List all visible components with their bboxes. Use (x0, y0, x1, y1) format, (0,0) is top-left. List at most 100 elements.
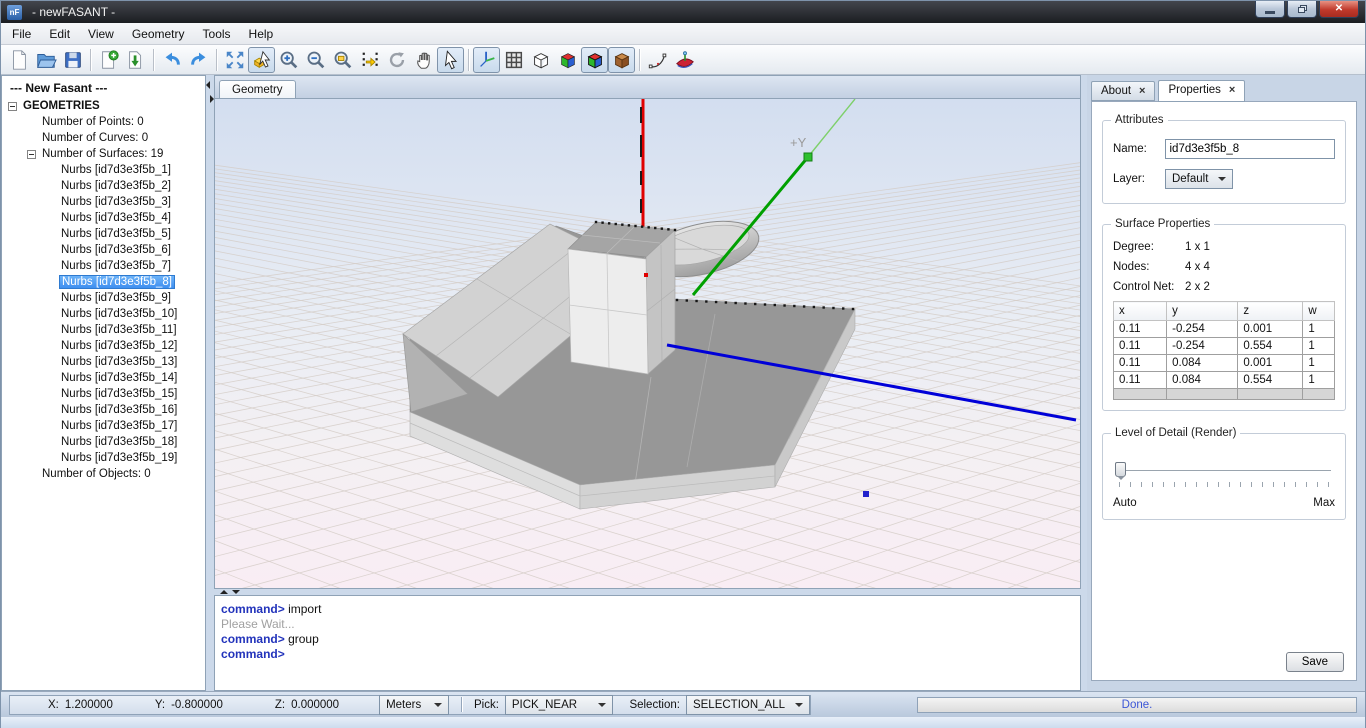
tree-item-label[interactable]: Nurbs [id7d3e3f5b_14] (59, 372, 179, 384)
new-geometry-button[interactable] (95, 47, 122, 73)
tab-about[interactable]: About × (1091, 81, 1156, 101)
table-cell[interactable]: 1 (1303, 372, 1335, 389)
table-cell[interactable]: 0.554 (1238, 338, 1303, 355)
table-row[interactable]: 0.11-0.2540.0011 (1113, 321, 1334, 338)
tree-item-label[interactable]: Nurbs [id7d3e3f5b_11] (59, 324, 179, 336)
textured-mode-button[interactable] (608, 47, 635, 73)
save-file-button[interactable] (59, 47, 86, 73)
menu-help[interactable]: Help (240, 24, 283, 44)
units-select[interactable]: Meters (379, 695, 449, 715)
tree-item-label[interactable]: Nurbs [id7d3e3f5b_12] (59, 340, 179, 352)
table-header-z[interactable]: z (1238, 302, 1303, 321)
zoom-out-button[interactable] (302, 47, 329, 73)
tree-item-label[interactable]: Nurbs [id7d3e3f5b_15] (59, 388, 179, 400)
console-splitter[interactable] (214, 589, 1081, 595)
pan-view-button[interactable] (410, 47, 437, 73)
selection-select[interactable]: SELECTION_ALL (686, 695, 810, 715)
grid-view-button[interactable] (500, 47, 527, 73)
table-cell[interactable]: -0.254 (1167, 321, 1238, 338)
tree-item[interactable]: GEOMETRIES (2, 98, 205, 114)
tree-item[interactable]: Nurbs [id7d3e3f5b_11] (2, 322, 205, 338)
table-cell[interactable]: 1 (1303, 321, 1335, 338)
fit-view-button[interactable] (221, 47, 248, 73)
box-surface[interactable] (568, 222, 675, 374)
tree-item-label[interactable]: Nurbs [id7d3e3f5b_2] (59, 180, 173, 192)
tree-item-label[interactable]: Nurbs [id7d3e3f5b_7] (59, 260, 173, 272)
tree-item[interactable]: Nurbs [id7d3e3f5b_9] (2, 290, 205, 306)
tree-item-label-selected[interactable]: Nurbs [id7d3e3f5b_8] (59, 275, 175, 289)
tree-item[interactable]: Nurbs [id7d3e3f5b_1] (2, 162, 205, 178)
tree-item[interactable]: Nurbs [id7d3e3f5b_6] (2, 242, 205, 258)
tree-item[interactable]: Number of Curves: 0 (2, 130, 205, 146)
tree-item[interactable]: Nurbs [id7d3e3f5b_8] (2, 274, 205, 290)
table-header-x[interactable]: x (1113, 302, 1166, 321)
tree-item[interactable]: Nurbs [id7d3e3f5b_4] (2, 210, 205, 226)
table-row[interactable]: 0.110.0840.5541 (1113, 372, 1334, 389)
tree-item[interactable]: Nurbs [id7d3e3f5b_16] (2, 402, 205, 418)
menu-edit[interactable]: Edit (40, 24, 79, 44)
rotate-view-button[interactable] (383, 47, 410, 73)
table-row[interactable]: 0.11-0.2540.5541 (1113, 338, 1334, 355)
new-file-button[interactable] (5, 47, 32, 73)
undo-button[interactable] (158, 47, 185, 73)
wireframe-mode-button[interactable] (527, 47, 554, 73)
tree-item[interactable]: Nurbs [id7d3e3f5b_18] (2, 434, 205, 450)
tree-item-label[interactable]: Number of Objects: 0 (40, 468, 153, 480)
tree-item[interactable]: Nurbs [id7d3e3f5b_5] (2, 226, 205, 242)
tree-expander-icon[interactable] (27, 150, 36, 159)
tree-item-label[interactable]: GEOMETRIES (21, 100, 102, 112)
table-cell[interactable]: 0.11 (1113, 372, 1166, 389)
tree-item-label[interactable]: Nurbs [id7d3e3f5b_18] (59, 436, 179, 448)
table-cell[interactable]: 0.11 (1113, 338, 1166, 355)
table-header-w[interactable]: w (1303, 302, 1335, 321)
lod-slider[interactable] (1113, 460, 1335, 482)
tree-item-label[interactable]: Nurbs [id7d3e3f5b_10] (59, 308, 179, 320)
tree-item[interactable]: Nurbs [id7d3e3f5b_3] (2, 194, 205, 210)
tree-item-label[interactable]: Number of Surfaces: 19 (40, 148, 165, 160)
table-cell[interactable]: 0.001 (1238, 321, 1303, 338)
table-row[interactable]: 0.110.0840.0011 (1113, 355, 1334, 372)
tree-item[interactable]: Number of Surfaces: 19 (2, 146, 205, 162)
tree-item-label[interactable]: Nurbs [id7d3e3f5b_5] (59, 228, 173, 240)
open-file-button[interactable] (32, 47, 59, 73)
table-cell[interactable]: 0.084 (1167, 372, 1238, 389)
3d-viewport[interactable]: +Y (214, 98, 1081, 589)
table-cell[interactable]: 1 (1303, 338, 1335, 355)
tree-item[interactable]: Number of Points: 0 (2, 114, 205, 130)
tree-item[interactable]: Nurbs [id7d3e3f5b_15] (2, 386, 205, 402)
tree-item-label[interactable]: Nurbs [id7d3e3f5b_3] (59, 196, 173, 208)
solid-edges-mode-button[interactable] (581, 47, 608, 73)
lod-slider-thumb[interactable] (1115, 462, 1126, 477)
table-cell[interactable]: -0.254 (1167, 338, 1238, 355)
tree-item-label[interactable]: Nurbs [id7d3e3f5b_4] (59, 212, 173, 224)
redo-button[interactable] (185, 47, 212, 73)
surface-tool-button[interactable] (671, 47, 698, 73)
tree-item[interactable]: Nurbs [id7d3e3f5b_19] (2, 450, 205, 466)
pick-select[interactable]: PICK_NEAR (505, 695, 614, 715)
tree-item[interactable]: Nurbs [id7d3e3f5b_17] (2, 418, 205, 434)
table-cell[interactable]: 0.11 (1113, 355, 1166, 372)
control-points-table[interactable]: xyzw0.11-0.2540.00110.11-0.2540.55410.11… (1113, 301, 1335, 400)
zoom-window-button[interactable] (329, 47, 356, 73)
tree-item-label[interactable]: Nurbs [id7d3e3f5b_17] (59, 420, 179, 432)
solid-mode-button[interactable] (554, 47, 581, 73)
tree-item[interactable]: Nurbs [id7d3e3f5b_7] (2, 258, 205, 274)
left-splitter[interactable] (206, 75, 214, 691)
tree-item[interactable]: Number of Objects: 0 (2, 466, 205, 482)
tree-item-label[interactable]: Nurbs [id7d3e3f5b_16] (59, 404, 179, 416)
tree-item-label[interactable]: Nurbs [id7d3e3f5b_1] (59, 164, 173, 176)
menu-view[interactable]: View (79, 24, 123, 44)
tree-item-label[interactable]: Number of Points: 0 (40, 116, 146, 128)
axes-view-button[interactable] (473, 47, 500, 73)
table-cell[interactable]: 0.084 (1167, 355, 1238, 372)
import-model-button[interactable] (122, 47, 149, 73)
select-geometry-button[interactable] (248, 47, 275, 73)
name-input[interactable] (1165, 139, 1335, 159)
tab-about-close-icon[interactable]: × (1139, 85, 1145, 97)
close-button[interactable]: ✕ (1319, 1, 1359, 18)
restore-button[interactable] (1287, 1, 1317, 18)
table-header-y[interactable]: y (1167, 302, 1238, 321)
tab-properties-close-icon[interactable]: × (1229, 84, 1235, 96)
pointer-select-button[interactable] (437, 47, 464, 73)
tree-item-label[interactable]: Number of Curves: 0 (40, 132, 150, 144)
